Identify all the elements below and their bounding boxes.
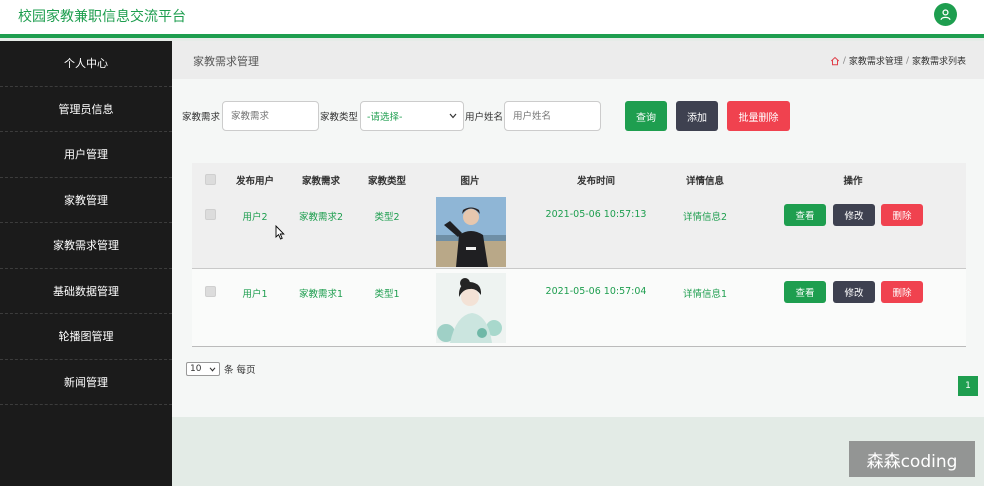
main-content: 家教需求管理 / 家教需求管理 / 家教需求列表 家教需求 家教类型 -请选择-… [172,41,984,417]
sidebar-item-label: 用户管理 [64,148,108,162]
table-header: 发布用户 家教需求 家教类型 图片 发布时间 详情信息 操作 [192,163,966,195]
sidebar-item-label: 家教需求管理 [53,239,119,253]
column-header: 发布用户 [235,176,275,187]
page-number-button[interactable]: 1 [958,376,978,396]
sidebar-item-news-management[interactable]: 新闻管理 [0,360,172,405]
cell-time: 2021-05-06 10:57:13 [545,209,647,220]
cell-need: 家教需求2 [298,212,344,223]
data-table: 发布用户 家教需求 家教类型 图片 发布时间 详情信息 操作 用户2 家教需求2… [192,163,966,347]
row-checkbox[interactable] [205,286,216,297]
sidebar-item-base-data-management[interactable]: 基础数据管理 [0,269,172,314]
breadcrumb-separator: / [842,55,846,66]
edit-button[interactable]: 修改 [833,204,875,226]
sidebar-item-label: 管理员信息 [58,102,114,116]
sidebar-item-admin-info[interactable]: 管理员信息 [0,87,172,132]
sidebar-item-user-management[interactable]: 用户管理 [0,132,172,178]
column-header: 家教类型 [367,176,407,187]
cell-detail: 详情信息2 [682,212,728,223]
table-row: 用户1 家教需求1 类型1 2021-05-06 10:57:04 详情信息1 … [192,270,966,346]
app-title: 校园家教兼职信息交流平台 [18,9,186,25]
watermark-label: 森森coding [849,441,975,477]
row-photo-man [436,197,506,267]
add-button[interactable]: 添加 [676,101,719,131]
column-header: 图片 [460,176,480,187]
sidebar-item-tutor-management[interactable]: 家教管理 [0,178,172,223]
column-header: 发布时间 [576,176,616,187]
cell-user: 用户2 [242,212,268,223]
sidebar-item-personal-center[interactable]: 个人中心 [0,41,172,87]
sidebar-item-label: 新闻管理 [64,375,108,389]
sidebar-item-carousel-management[interactable]: 轮播图管理 [0,314,172,360]
page-size-select[interactable]: 10 [186,362,220,376]
user-icon [940,9,951,21]
type-select[interactable]: -请选择- [360,101,465,131]
column-header: 详情信息 [685,176,725,187]
page-title: 家教需求管理 [193,55,259,68]
sidebar-item-label: 个人中心 [64,57,108,71]
breadcrumb-separator: / [905,55,909,66]
user-menu-button[interactable] [934,3,957,26]
need-label: 家教需求 [182,112,221,123]
edit-button[interactable]: 修改 [833,281,875,303]
delete-button[interactable]: 删除 [881,204,923,226]
batch-delete-button[interactable]: 批量删除 [727,101,791,131]
column-header: 家教需求 [301,176,341,187]
query-button[interactable]: 查询 [625,101,668,131]
pagination: 10 条 每页 [186,362,256,376]
row-photo-woman [436,273,506,343]
username-label: 用户姓名 [465,112,504,123]
sidebar: 个人中心 管理员信息 用户管理 家教管理 家教需求管理 基础数据管理 轮播图管理… [0,41,172,486]
cell-need: 家教需求1 [298,289,344,300]
cell-detail: 详情信息1 [682,289,728,300]
chevron-down-icon [449,113,457,119]
username-search-input[interactable] [504,101,602,131]
cell-type: 类型1 [374,289,400,300]
mouse-pointer-icon [275,225,285,240]
per-page-text: 条 每页 [224,365,256,376]
breadcrumb-item[interactable]: 家教需求管理 [849,54,903,67]
column-header: 操作 [843,176,863,187]
cell-time: 2021-05-06 10:57:04 [545,286,647,297]
view-button[interactable]: 查看 [784,204,826,226]
cell-type: 类型2 [374,212,400,223]
type-select-value: -请选择- [367,112,403,123]
select-all-checkbox[interactable] [205,174,216,185]
table-row: 用户2 家教需求2 类型2 2021-05-06 10:57:13 详情信息2 … [192,195,966,269]
page-header: 家教需求管理 / 家教需求管理 / 家教需求列表 [172,41,984,79]
view-button[interactable]: 查看 [784,281,826,303]
need-search-input[interactable] [222,101,320,131]
sidebar-item-label: 基础数据管理 [53,284,119,298]
sidebar-item-label: 轮播图管理 [58,330,114,344]
breadcrumb-item: 家教需求列表 [911,57,966,67]
cell-user: 用户1 [242,289,268,300]
page-size-value: 10 [190,364,202,374]
delete-button[interactable]: 删除 [881,281,923,303]
home-icon[interactable] [830,56,840,66]
type-label: 家教类型 [320,112,359,123]
sidebar-item-tutor-demand-management[interactable]: 家教需求管理 [0,223,172,269]
row-checkbox[interactable] [205,209,216,220]
chevron-down-icon [209,366,216,372]
breadcrumb: / 家教需求管理 / 家教需求列表 [830,54,966,67]
top-bar: 校园家教兼职信息交流平台 [0,0,984,38]
search-bar: 家教需求 家教类型 -请选择- 用户姓名 查询 添加 批量删除 [182,100,791,132]
sidebar-item-label: 家教管理 [64,193,108,207]
